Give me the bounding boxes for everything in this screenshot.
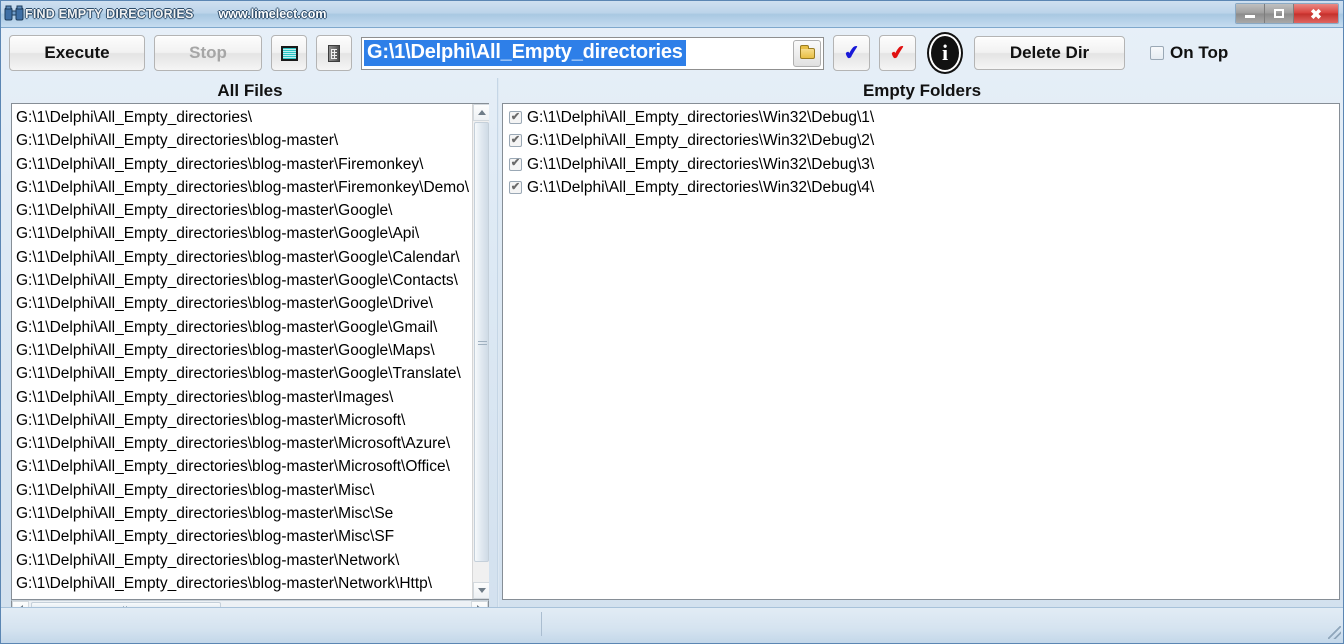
scroll-up-button[interactable] [473, 104, 489, 121]
scroll-down-button[interactable] [473, 582, 489, 599]
all-files-listbox[interactable]: G:\1\Delphi\All_Empty_directories\ G:\1\D… [11, 103, 489, 600]
list-item-checkbox[interactable]: ✔ [509, 180, 522, 195]
chevron-up-icon [477, 110, 486, 115]
main-toolbar: Execute Stop G:\1\Delphi\All_Empty_direc… [1, 28, 1343, 78]
list-item[interactable]: G:\1\Delphi\All_Empty_directories\blog-m… [14, 316, 489, 339]
minimize-icon [1245, 15, 1255, 18]
path-input[interactable]: G:\1\Delphi\All_Empty_directories [361, 36, 824, 70]
info-icon: i [931, 36, 959, 70]
list-item[interactable]: G:\1\Delphi\All_Empty_directories\blog-m… [14, 199, 489, 222]
list-item[interactable]: G:\1\Delphi\All_Empty_directories\blog-m… [14, 129, 489, 152]
browse-folder-button[interactable] [793, 39, 821, 67]
empty-folders-list: ✔ G:\1\Delphi\All_Empty_directories\Win32… [503, 104, 1339, 199]
list-item-label: G:\1\Delphi\All_Empty_directories\Win32\… [527, 109, 875, 126]
list-item[interactable]: G:\1\Delphi\All_Empty_directories\blog-m… [14, 269, 489, 292]
chevron-down-icon [477, 588, 486, 593]
list-item[interactable]: G:\1\Delphi\All_Empty_directories\blog-m… [14, 572, 489, 595]
empty-folders-header: Empty Folders [862, 80, 982, 100]
all-files-header: All Files [217, 80, 283, 100]
resize-grip-icon[interactable] [1328, 626, 1341, 639]
binoculars-icon [4, 5, 24, 23]
empty-folders-listbox[interactable]: ✔ G:\1\Delphi\All_Empty_directories\Win32… [502, 103, 1340, 600]
list-item[interactable]: ✔ G:\1\Delphi\All_Empty_directories\Win32… [505, 106, 1339, 129]
vertical-scroll-thumb[interactable] [474, 122, 489, 562]
list-item[interactable]: G:\1\Delphi\All_Empty_directories\blog-m… [14, 246, 489, 269]
list-item[interactable]: G:\1\Delphi\All_Empty_directories\blog-m… [14, 292, 489, 315]
list-item[interactable]: G:\1\Delphi\All_Empty_directories\blog-m… [14, 549, 489, 572]
list-item[interactable]: G:\1\Delphi\All_Empty_directories\blog-m… [14, 525, 489, 548]
list-item-checkbox[interactable]: ✔ [509, 157, 522, 171]
close-icon: ✖ [1310, 5, 1322, 22]
check-icon: ✔ [510, 180, 521, 193]
execute-button[interactable]: Execute [9, 35, 145, 71]
maximize-button[interactable] [1265, 4, 1294, 23]
red-check-icon: ✔ [888, 41, 907, 65]
scroll-grip-icon [478, 339, 487, 345]
blue-check-icon: ✔ [842, 41, 861, 65]
all-files-vertical-scrollbar[interactable] [472, 104, 489, 599]
title-bar: FIND EMPTY DIRECTORIES www.limelect.com … [1, 1, 1343, 28]
list-item[interactable]: ✔ G:\1\Delphi\All_Empty_directories\Win32… [505, 153, 1339, 176]
list-item-label: G:\1\Delphi\All_Empty_directories\Win32\… [527, 155, 875, 173]
minimize-button[interactable] [1236, 4, 1265, 23]
list-item-checkbox[interactable]: ✔ [509, 133, 522, 148]
calculator-button[interactable] [316, 35, 352, 71]
status-bar [1, 607, 1343, 643]
close-button[interactable]: ✖ [1294, 4, 1338, 23]
window-controls: ✖ [1235, 3, 1339, 24]
calculator-icon [328, 44, 340, 62]
grid-table-icon [280, 45, 298, 61]
list-item[interactable]: G:\1\Delphi\All_Empty_directories\blog-m… [14, 176, 489, 199]
all-files-list: G:\1\Delphi\All_Empty_directories\ G:\1\D… [12, 104, 489, 595]
list-item[interactable]: G:\1\Delphi\All_Empty_directories\blog-m… [14, 455, 489, 478]
content-panels: All Files G:\1\Delphi\All_Empty_director… [1, 78, 1343, 618]
maximize-icon [1274, 9, 1284, 18]
list-item[interactable]: G:\1\Delphi\All_Empty_directories\blog-m… [14, 409, 489, 432]
check-icon: ✔ [510, 110, 521, 123]
folder-open-icon [799, 44, 815, 59]
all-files-panel: All Files G:\1\Delphi\All_Empty_director… [1, 78, 499, 618]
grid-table-button[interactable] [271, 35, 307, 71]
on-top-checkbox[interactable]: On Top [1150, 43, 1228, 63]
on-top-label: On Top [1170, 43, 1229, 62]
list-item[interactable]: G:\1\Delphi\All_Empty_directories\blog-m… [14, 502, 489, 525]
list-item[interactable]: ✔ G:\1\Delphi\All_Empty_directories\Win32… [505, 176, 1339, 199]
empty-folders-panel: Empty Folders ✔ G:\1\Delphi\All_Empty_dir… [499, 78, 1343, 608]
list-item[interactable]: G:\1\Delphi\All_Empty_directories\ [14, 106, 489, 129]
list-item[interactable]: G:\1\Delphi\All_Empty_directories\blog-m… [14, 222, 489, 245]
list-item[interactable]: ✔ G:\1\Delphi\All_Empty_directories\Win32… [505, 129, 1339, 152]
list-item[interactable]: G:\1\Delphi\All_Empty_directories\blog-m… [14, 432, 489, 455]
check-icon: ✔ [510, 133, 521, 146]
list-item-label: G:\1\Delphi\All_Empty_directories\Win32\… [527, 132, 875, 150]
path-input-value: G:\1\Delphi\All_Empty_directories [364, 40, 686, 66]
list-item[interactable]: G:\1\Delphi\All_Empty_directories\blog-m… [14, 153, 489, 176]
application-window: FIND EMPTY DIRECTORIES www.limelect.com … [0, 0, 1344, 644]
list-item[interactable]: G:\1\Delphi\All_Empty_directories\blog-m… [14, 386, 489, 409]
check-icon: ✔ [510, 157, 521, 170]
list-item[interactable]: G:\1\Delphi\All_Empty_directories\blog-m… [14, 362, 489, 385]
list-item[interactable]: G:\1\Delphi\All_Empty_directories\blog-m… [14, 339, 489, 362]
list-item[interactable]: G:\1\Delphi\All_Empty_directories\blog-m… [14, 479, 489, 502]
window-title: FIND EMPTY DIRECTORIES [25, 7, 194, 21]
status-separator [541, 612, 542, 636]
delete-dir-button[interactable]: Delete Dir [974, 36, 1125, 70]
stop-button[interactable]: Stop [154, 35, 262, 71]
on-top-checkbox-box[interactable] [1150, 46, 1164, 60]
list-item-checkbox[interactable]: ✔ [509, 110, 522, 125]
window-url-label: www.limelect.com [218, 7, 327, 21]
list-item-label: G:\1\Delphi\All_Empty_directories\Win32\… [527, 178, 875, 196]
info-button[interactable]: i [925, 33, 965, 73]
select-all-button[interactable]: ✔ [833, 35, 870, 71]
deselect-all-button[interactable]: ✔ [879, 35, 916, 71]
